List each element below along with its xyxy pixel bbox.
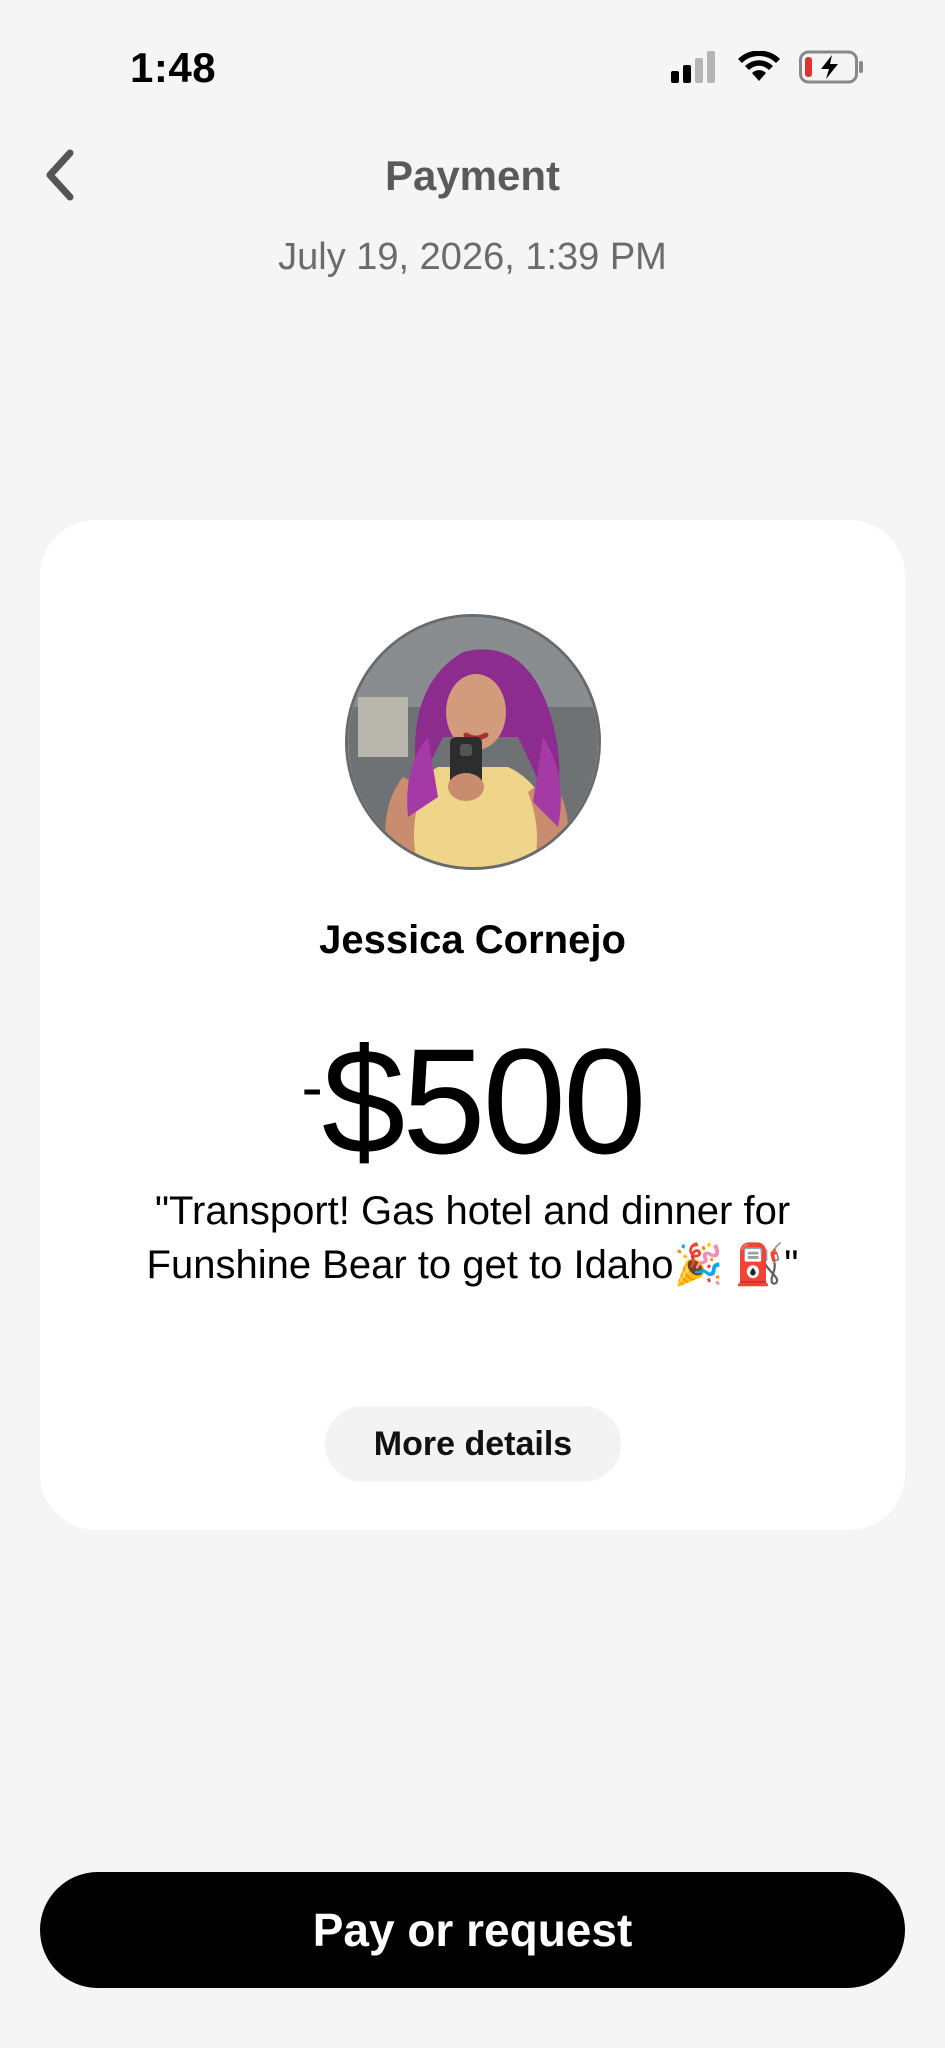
pay-or-request-button[interactable]: Pay or request	[40, 1872, 905, 1988]
battery-charging-icon	[799, 50, 863, 84]
page-title: Payment	[384, 152, 561, 199]
payee-name[interactable]: Jessica Cornejo	[40, 918, 905, 963]
status-time: 1:48	[130, 44, 217, 91]
signal-icon	[671, 51, 715, 83]
payment-amount: -$500	[40, 1012, 905, 1176]
payment-card: Jessica Cornejo -$500 "Transport! Gas ho…	[40, 520, 905, 1530]
amount-sign: -	[301, 1051, 322, 1123]
wifi-icon	[738, 51, 780, 81]
payment-detail-screen: 1:48 Payment July 19, 2026, 1:39 PM Jess…	[0, 0, 945, 2048]
status-icons	[671, 50, 865, 84]
profile-photo	[348, 617, 598, 867]
payment-note: "Transport! Gas hotel and dinner for Fun…	[146, 1189, 799, 1287]
avatar[interactable]	[345, 614, 601, 870]
payment-timestamp: July 19, 2026, 1:39 PM	[278, 236, 667, 278]
more-details-button[interactable]: More details	[325, 1406, 621, 1482]
amount-value: $500	[321, 1017, 647, 1185]
